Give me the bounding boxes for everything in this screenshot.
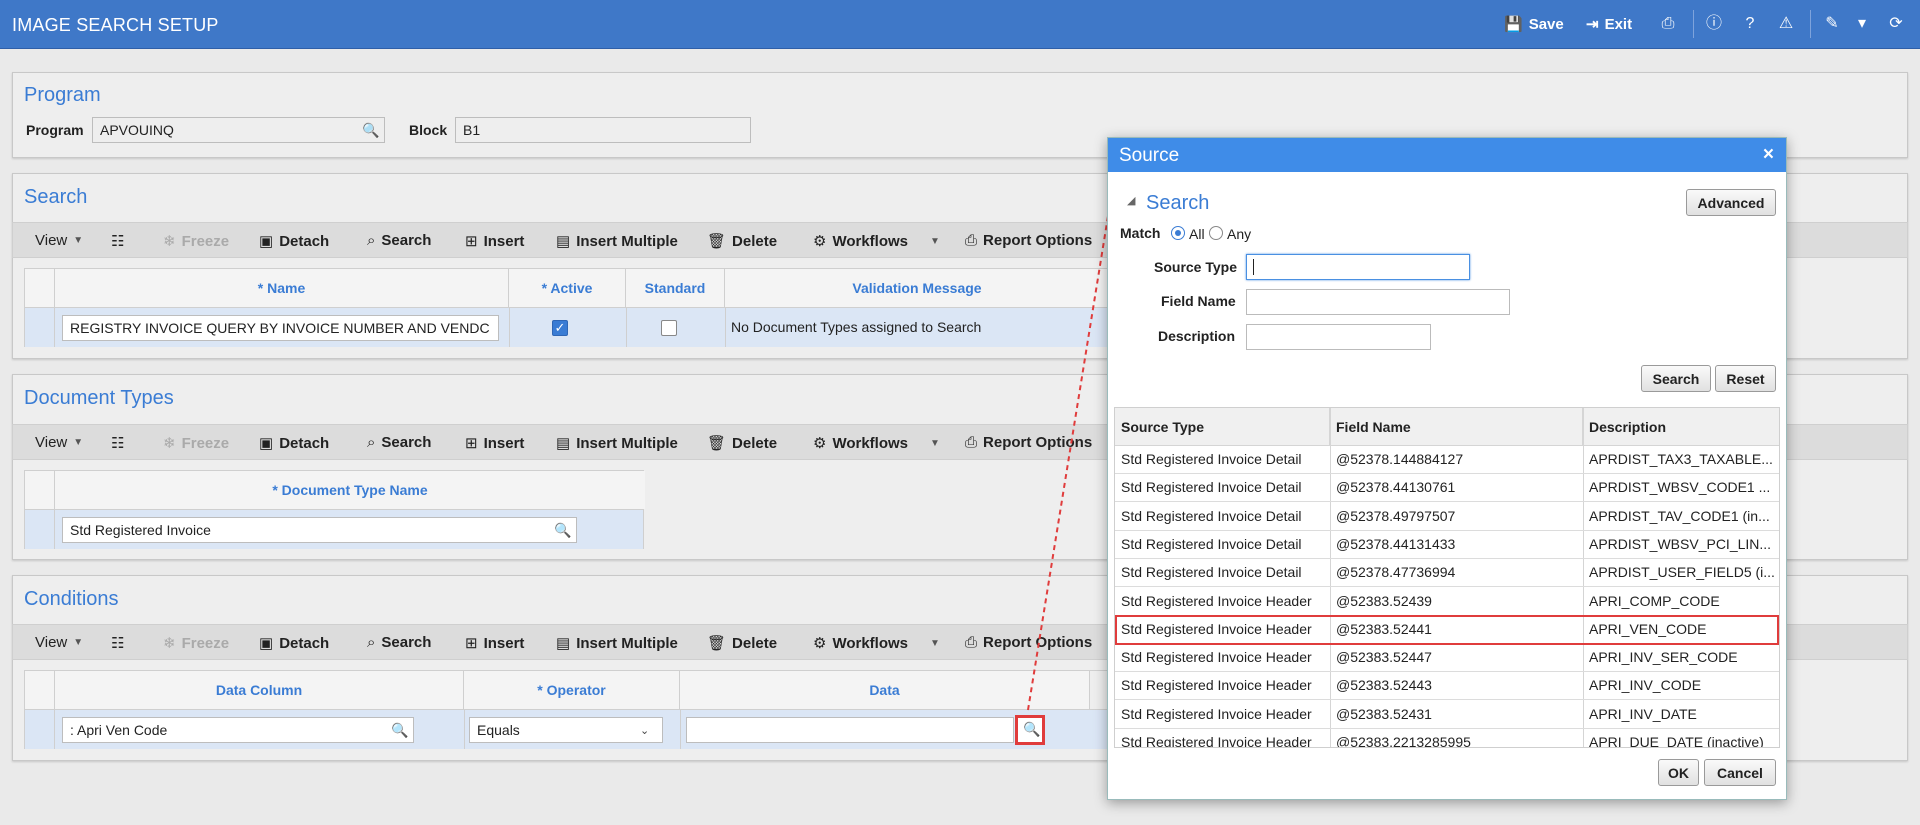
list-item[interactable]: Std Registered Invoice Detail @52378.4979… [1115,503,1779,531]
description-cell: APRI_INV_CODE [1589,677,1702,694]
list-item[interactable]: Std Registered Invoice Header @52383.2213… [1115,729,1779,748]
source-type-cell: Std Registered Invoice Detail [1121,479,1302,496]
match-all-radio[interactable] [1171,226,1185,240]
match-label: Match [1120,225,1161,241]
source-type-input[interactable] [1246,254,1470,280]
field-name-cell: @52383.52431 [1336,705,1432,722]
list-item[interactable]: Std Registered Invoice Detail @52378.4773… [1115,559,1779,588]
list-item[interactable]: Std Registered Invoice Header @52383.5244… [1115,644,1779,673]
source-type-cell: Std Registered Invoice Header [1121,734,1312,748]
source-type-cell: Std Registered Invoice Header [1121,677,1312,694]
list-item[interactable]: Std Registered Invoice Header @52383.5243… [1115,588,1779,616]
field-name-cell: @52383.52443 [1336,677,1432,694]
match-all-label: All [1189,226,1205,242]
results-table: Source Type Field Name Description Std R… [1114,407,1780,748]
description-input[interactable] [1246,324,1431,350]
list-item[interactable]: Std Registered Invoice Detail @52378.1448… [1115,446,1779,474]
source-type-cell: Std Registered Invoice Detail [1121,507,1302,524]
list-item[interactable]: Std Registered Invoice Header @52383.5244… [1115,672,1779,701]
selection-highlight [1115,614,1779,645]
source-type-cell: Std Registered Invoice Detail [1121,535,1302,552]
description-cell: APRI_INV_SER_CODE [1589,649,1738,666]
collapse-triangle-icon[interactable]: ◢ [1127,194,1135,207]
description-cell: APRDIST_WBSV_PCI_LIN... [1589,535,1772,552]
description-cell: APRI_COMP_CODE [1589,592,1720,609]
description-cell: APRDIST_TAX3_TAXABLE... [1589,451,1773,467]
source-dialog: Source × ◢ Search Advanced Match All Any… [1107,137,1787,800]
cancel-button[interactable]: Cancel [1704,759,1776,786]
field-name-cell: @52383.52439 [1336,592,1432,609]
reset-button[interactable]: Reset [1715,365,1776,392]
ok-button[interactable]: OK [1658,759,1699,786]
search-heading: Search [1146,192,1210,214]
source-type-column-header[interactable]: Source Type [1115,408,1330,446]
field-name-label: Field Name [1161,293,1236,309]
match-any-radio[interactable] [1209,226,1223,240]
field-name-column-header[interactable]: Field Name [1330,408,1583,446]
list-item[interactable]: Std Registered Invoice Header @52383.5244… [1115,614,1779,645]
list-item[interactable]: Std Registered Invoice Header @52383.5243… [1115,701,1779,729]
source-type-cell: Std Registered Invoice Header [1121,592,1312,609]
field-name-cell: @52383.2213285995 [1336,734,1471,748]
list-item[interactable]: Std Registered Invoice Detail @52378.4413… [1115,531,1779,559]
source-type-label: Source Type [1154,259,1237,275]
field-name-cell: @52383.52447 [1336,649,1432,666]
description-cell: APRI_INV_DATE [1589,705,1697,722]
description-label: Description [1158,328,1236,344]
source-type-cell: Std Registered Invoice Detail [1121,451,1302,467]
search-button[interactable]: Search [1641,365,1711,392]
description-cell: APRDIST_TAV_CODE1 (in... [1589,507,1770,524]
advanced-button[interactable]: Advanced [1686,189,1776,216]
text-cursor [1253,259,1254,275]
field-name-cell: @52378.49797507 [1336,507,1456,524]
dialog-title: Source [1119,145,1180,166]
field-name-cell: @52378.47736994 [1336,564,1456,581]
description-cell: APRDIST_USER_FIELD5 (i... [1589,564,1775,581]
description-cell: APRDIST_WBSV_CODE1 ... [1589,479,1771,496]
field-name-cell: @52378.44131433 [1336,535,1456,552]
source-type-cell: Std Registered Invoice Detail [1121,564,1302,581]
field-name-cell: @52378.144884127 [1336,451,1464,467]
field-name-cell: @52378.44130761 [1336,479,1456,496]
source-type-cell: Std Registered Invoice Header [1121,705,1312,722]
field-name-input[interactable] [1246,289,1510,315]
description-cell: APRI_DUE_DATE (inactive) [1589,734,1764,748]
dialog-header: Source × [1108,138,1786,172]
close-icon[interactable]: × [1763,144,1774,166]
description-column-header[interactable]: Description [1583,408,1779,446]
match-any-label: Any [1227,226,1252,242]
source-type-cell: Std Registered Invoice Header [1121,649,1312,666]
list-item[interactable]: Std Registered Invoice Detail @52378.4413… [1115,474,1779,503]
